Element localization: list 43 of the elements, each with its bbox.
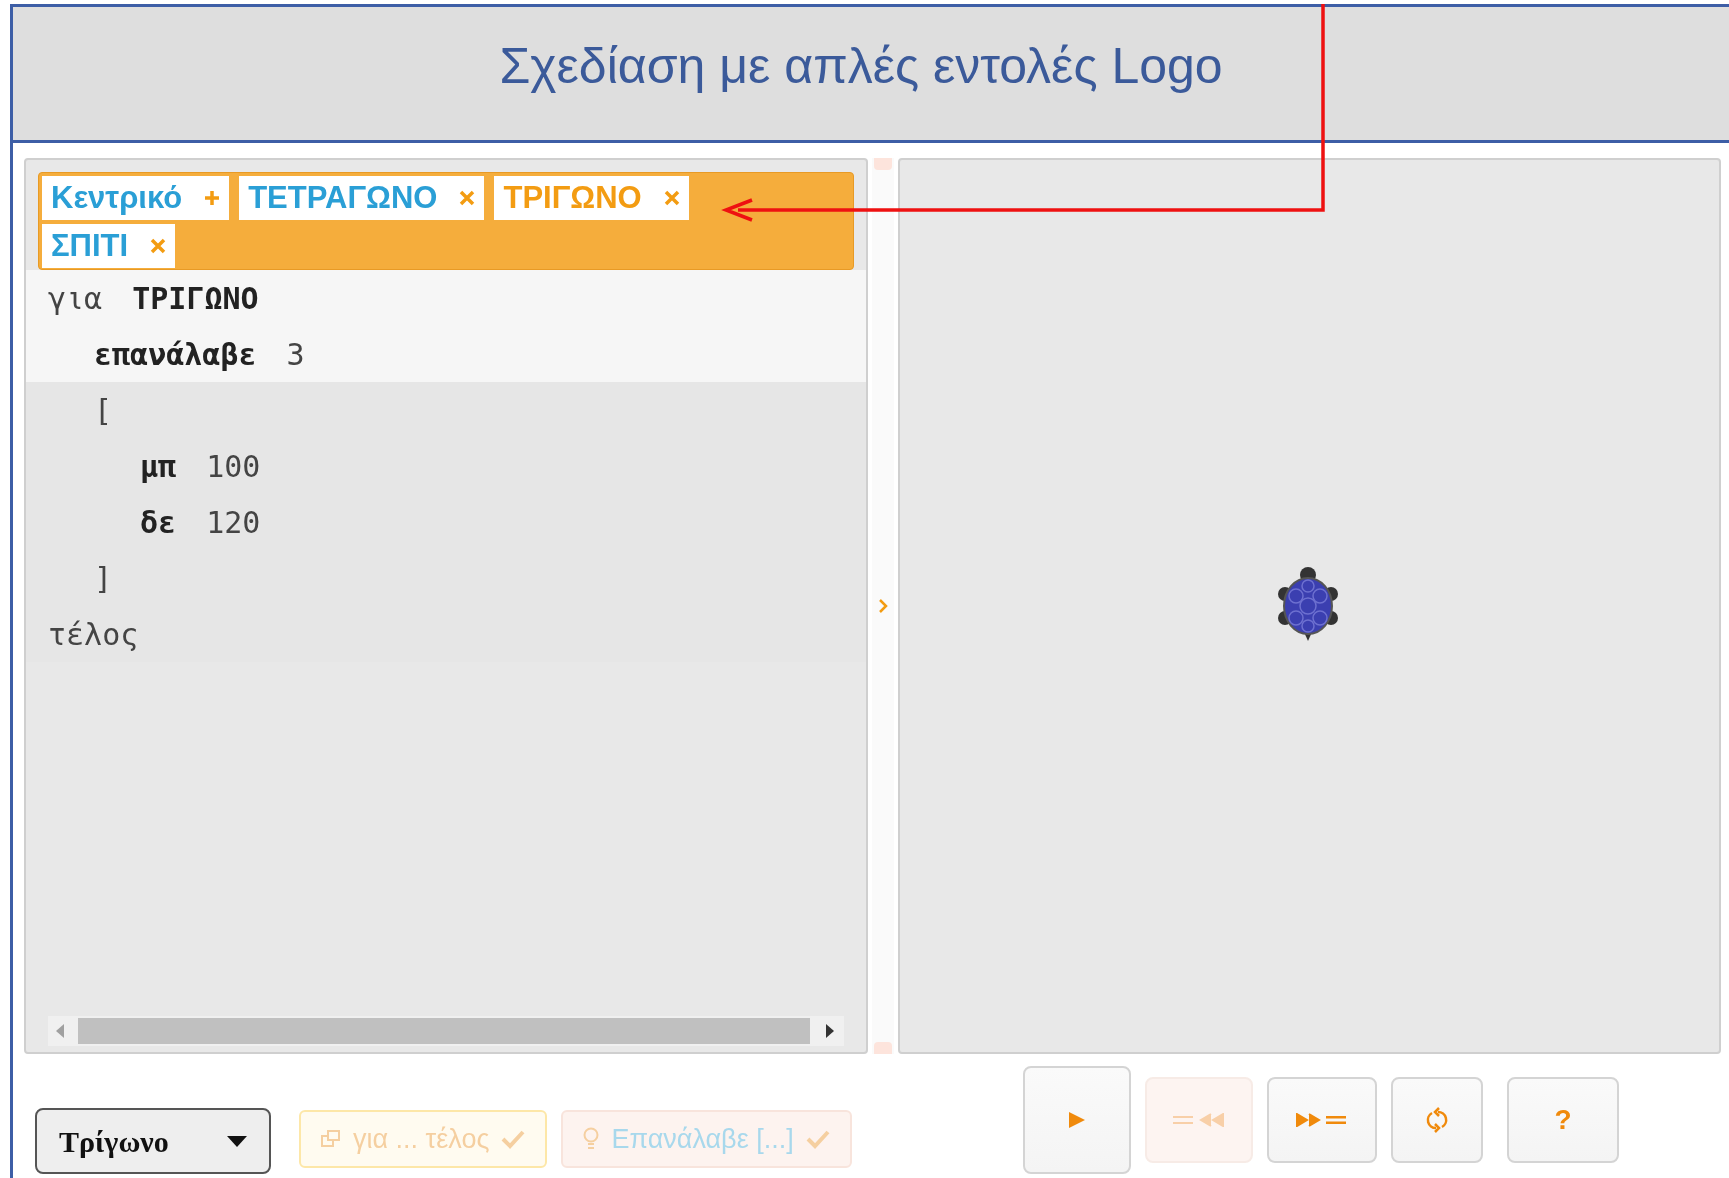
splitter-cap [874,1042,892,1054]
play-icon [1068,1111,1086,1129]
checkmark-icon [805,1129,830,1149]
code-keyword: δε [140,503,177,542]
procedure-tab[interactable]: ΤΡΙΓΩΝΟ [494,176,689,220]
step-forward-button[interactable] [1267,1077,1377,1163]
panel-splitter[interactable] [872,158,894,1054]
run-button[interactable] [1023,1066,1131,1174]
plus-icon[interactable] [204,190,221,206]
procedure-tab[interactable]: ΣΠΙΤΙ [42,224,176,268]
windows-icon [321,1130,341,1148]
reset-button[interactable] [1391,1077,1483,1163]
procedure-tab[interactable]: Κεντρικό [42,176,230,220]
page-title: Σχεδίαση με απλές εντολές Logo [499,37,1223,96]
splitter-cap [874,158,892,170]
scrollbar-thumb[interactable] [78,1018,810,1044]
lightbulb-icon [583,1127,600,1151]
code-token: 3 [286,335,305,374]
step-forward-icon [1296,1113,1348,1127]
scroll-right-icon[interactable] [824,1023,836,1039]
refresh-icon [1426,1107,1448,1133]
chevron-right-icon[interactable] [878,598,888,614]
close-icon[interactable] [150,238,167,254]
code-token: 120 [206,503,261,542]
close-icon[interactable] [459,190,476,206]
code-token: τέλος [48,615,139,654]
code-keyword: ΤΡΙΓΩΝΟ [132,279,259,318]
code-token: για [48,279,103,318]
turtle-icon [1275,566,1340,642]
help-button[interactable]: ? [1507,1077,1619,1163]
dropdown-caret-icon[interactable] [227,1135,247,1147]
horizontal-scrollbar[interactable] [48,1016,844,1046]
procedure-tab[interactable]: ΤΕΤΡΑΓΩΝΟ [239,176,485,220]
code-keyword: επανάλαβε [94,335,257,374]
rewind-icon [1173,1113,1225,1127]
code-token: 100 [206,447,261,486]
code-keyword: μπ [140,447,177,486]
example-dropdown[interactable]: Τρίγωνο [35,1108,271,1174]
close-icon[interactable] [663,190,680,206]
scroll-left-icon[interactable] [54,1023,66,1039]
checkmark-icon [501,1129,526,1149]
code-token: ] [94,559,113,598]
code-token: [ [94,391,113,430]
